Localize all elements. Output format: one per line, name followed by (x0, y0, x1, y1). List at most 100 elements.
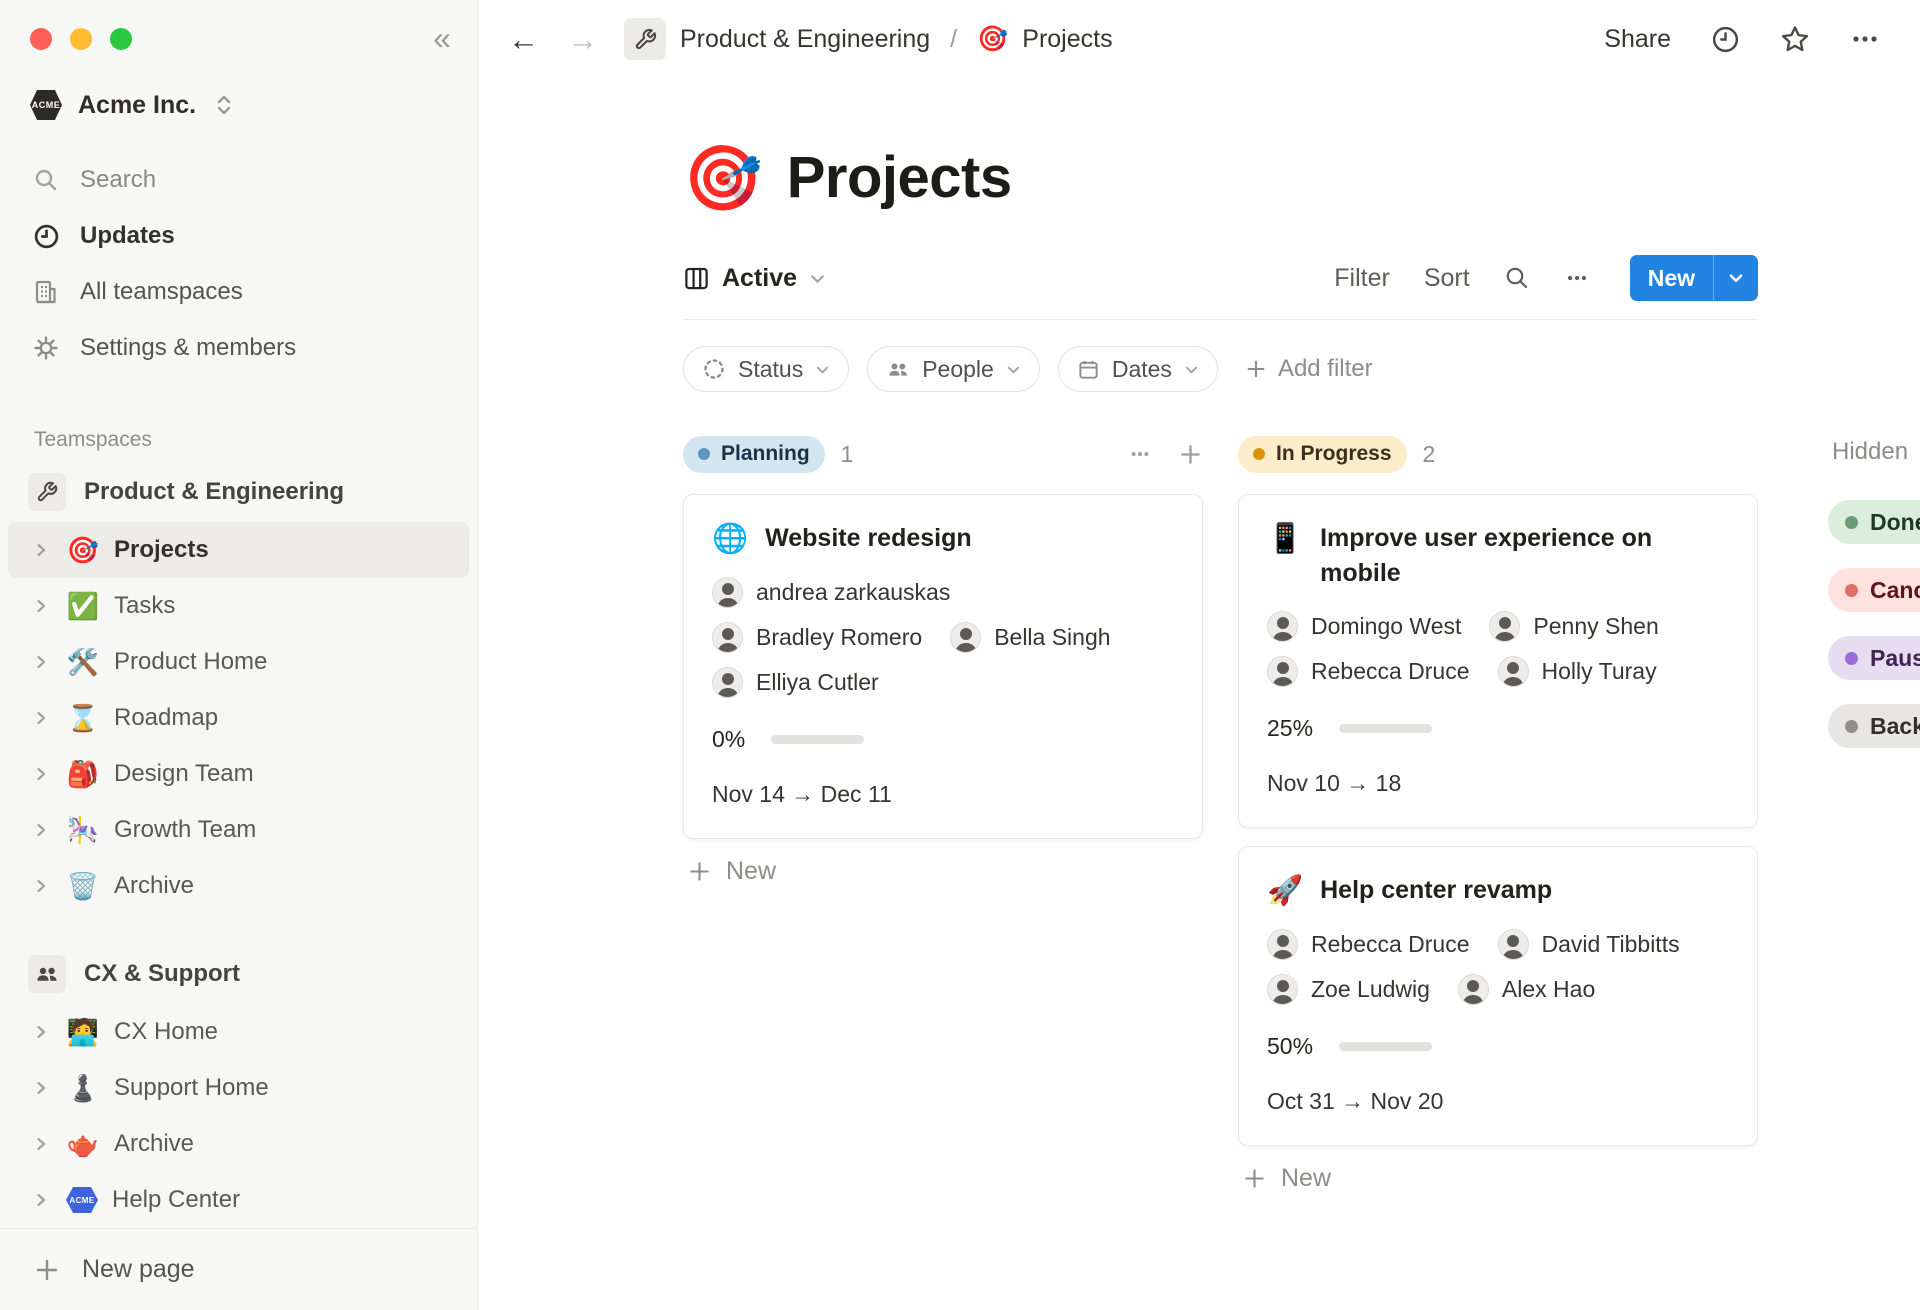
column-more-icon[interactable] (1128, 442, 1152, 466)
window-minimize-button[interactable] (70, 28, 92, 50)
card-people: Domingo West Penny Shen Rebecca Druce Ho… (1267, 611, 1729, 687)
sidebar-item-updates[interactable]: Updates (0, 208, 477, 264)
status-pill-in-progress[interactable]: In Progress (1238, 436, 1407, 473)
status-label: Backlog (1870, 713, 1920, 740)
topbar: ← → Product & Engineering / 🎯 Projects S… (478, 0, 1920, 78)
filter-button[interactable]: Filter (1334, 264, 1390, 293)
more-options-icon[interactable] (1564, 265, 1590, 291)
add-filter-button[interactable]: Add filter (1244, 355, 1373, 383)
card-progress: 0% (712, 726, 1174, 753)
people-row: Rebecca Druce Holly Turay (1267, 656, 1729, 687)
sidebar-item-projects[interactable]: 🎯 Projects (8, 522, 469, 578)
progress-bar (771, 735, 864, 744)
hidden-group-paused[interactable]: Paused (1828, 636, 1920, 680)
column-new-button[interactable]: New (1238, 1164, 1758, 1193)
chevron-right-icon[interactable] (30, 710, 52, 726)
sidebar-item-label: Projects (114, 536, 209, 564)
chevron-down-icon (809, 270, 826, 287)
history-clock-icon[interactable] (1711, 25, 1740, 54)
favorite-star-icon[interactable] (1780, 24, 1810, 54)
forward-arrow-icon[interactable]: → (567, 24, 598, 55)
page-title-text[interactable]: Projects (787, 144, 1012, 211)
filter-chip-dates[interactable]: Dates (1058, 346, 1218, 392)
status-dot (1845, 584, 1858, 597)
filter-chip-people[interactable]: People (867, 346, 1040, 392)
sidebar-item-archive-pe[interactable]: 🗑️ Archive (8, 858, 469, 914)
sidebar-collapse-icon[interactable]: « (433, 22, 451, 54)
sidebar-item-search[interactable]: Search (0, 152, 477, 208)
sidebar-item-all-teamspaces[interactable]: All teamspaces (0, 264, 477, 320)
new-label: New (726, 857, 776, 886)
breadcrumb-item-current[interactable]: 🎯 Projects (977, 25, 1112, 54)
sidebar-item-roadmap[interactable]: ⌛ Roadmap (8, 690, 469, 746)
board-column-in-progress: In Progress 2 📱 Improve user experience … (1238, 434, 1758, 1193)
sidebar-item-label: Roadmap (114, 704, 218, 732)
new-page-button[interactable]: New page (0, 1228, 477, 1310)
hidden-group-cancelled[interactable]: Cancelled (1828, 568, 1920, 612)
sidebar-item-settings[interactable]: Settings & members (0, 320, 477, 376)
status-pill-planning[interactable]: Planning (683, 436, 825, 473)
card-dates: Nov 14 → Dec 11 (712, 781, 1174, 808)
teamspace-cx-support[interactable]: CX & Support (0, 944, 477, 1004)
project-card-help-center-revamp[interactable]: 🚀 Help center revamp Rebecca Druce David… (1238, 846, 1758, 1146)
chevron-right-icon[interactable] (30, 1136, 52, 1152)
status-dot (1845, 516, 1858, 529)
sort-button[interactable]: Sort (1424, 264, 1470, 293)
people-row: Elliya Cutler (712, 667, 1174, 698)
column-count: 1 (841, 441, 854, 468)
new-button-label[interactable]: New (1630, 265, 1713, 292)
person-chip: Holly Turay (1498, 656, 1657, 687)
teamspace-product-engineering[interactable]: Product & Engineering (0, 462, 477, 522)
filter-chip-status[interactable]: Status (683, 346, 849, 392)
sidebar-item-archive-cx[interactable]: 🫖 Archive (8, 1116, 469, 1172)
avatar (1498, 929, 1529, 960)
chevron-right-icon[interactable] (30, 542, 52, 558)
project-card-website-redesign[interactable]: 🌐 Website redesign andrea zarkauskas Bra… (683, 494, 1203, 839)
new-button[interactable]: New (1630, 255, 1758, 301)
sidebar-item-help-center[interactable]: ACME Help Center (8, 1172, 469, 1228)
more-options-icon[interactable] (1850, 24, 1880, 54)
sidebar-item-support-home[interactable]: ♟️ Support Home (8, 1060, 469, 1116)
hidden-group-done[interactable]: Done (1828, 500, 1920, 544)
sidebar-item-growth-team[interactable]: 🎠 Growth Team (8, 802, 469, 858)
new-button-dropdown[interactable] (1714, 269, 1758, 287)
rocket-emoji: 🚀 (1267, 873, 1303, 909)
hidden-group-backlog[interactable]: Backlog (1828, 704, 1920, 748)
chevron-right-icon[interactable] (30, 598, 52, 614)
search-icon[interactable] (1504, 265, 1530, 291)
workspace-name: Acme Inc. (78, 91, 196, 120)
chevron-right-icon[interactable] (30, 878, 52, 894)
chevron-right-icon[interactable] (30, 1192, 52, 1208)
chevron-right-icon[interactable] (30, 1024, 52, 1040)
sidebar-item-design-team[interactable]: 🎒 Design Team (8, 746, 469, 802)
chevron-right-icon[interactable] (30, 766, 52, 782)
sidebar-item-tasks[interactable]: ✅ Tasks (8, 578, 469, 634)
window-close-button[interactable] (30, 28, 52, 50)
status-dot (1253, 448, 1265, 460)
target-emoji[interactable]: 🎯 (683, 146, 763, 210)
sidebar-item-product-home[interactable]: 🛠️ Product Home (8, 634, 469, 690)
sidebar: « ACME Acme Inc. Search Updates All team… (0, 0, 478, 1310)
column-add-icon[interactable] (1178, 442, 1203, 467)
chevron-right-icon[interactable] (30, 654, 52, 670)
wrench-icon (28, 473, 66, 511)
share-button[interactable]: Share (1604, 25, 1671, 54)
plus-icon (1242, 1166, 1267, 1191)
workspace-switcher[interactable]: ACME Acme Inc. (22, 84, 467, 126)
sidebar-item-cx-home[interactable]: 🧑‍💻 CX Home (8, 1004, 469, 1060)
chevron-right-icon[interactable] (30, 1080, 52, 1096)
breadcrumb-item-parent[interactable]: Product & Engineering (624, 18, 930, 60)
project-card-improve-ux-mobile[interactable]: 📱 Improve user experience on mobile Domi… (1238, 494, 1758, 828)
window-controls (0, 0, 477, 50)
back-arrow-icon[interactable]: ← (508, 24, 539, 55)
column-new-button[interactable]: New (683, 857, 1203, 886)
view-name: Active (722, 264, 797, 293)
window-zoom-button[interactable] (110, 28, 132, 50)
view-tab-active[interactable]: Active (683, 264, 826, 293)
progress-percent: 50% (1267, 1033, 1313, 1060)
people-row: andrea zarkauskas (712, 577, 1174, 608)
chevron-right-icon[interactable] (30, 822, 52, 838)
card-title-text: Website redesign (765, 521, 972, 557)
person-chip: Elliya Cutler (712, 667, 879, 698)
calendar-icon (1077, 358, 1100, 381)
